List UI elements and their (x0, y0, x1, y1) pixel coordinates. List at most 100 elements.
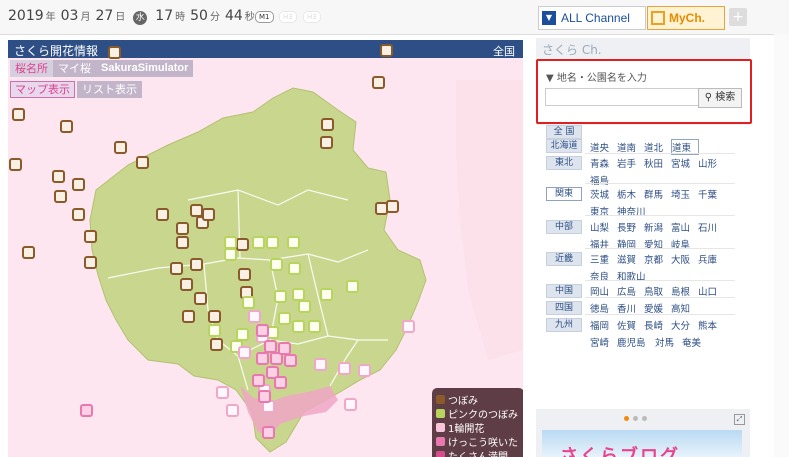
pref-link[interactable]: 大分 (671, 318, 698, 332)
pref-link[interactable]: 福島 (590, 173, 617, 187)
bloom-marker[interactable] (238, 268, 251, 281)
bloom-marker[interactable] (182, 310, 195, 323)
bloom-marker[interactable] (308, 320, 321, 333)
pref-link[interactable]: 奄美 (682, 335, 709, 349)
bloom-marker[interactable] (54, 190, 67, 203)
pref-link[interactable]: 茨城 (590, 187, 617, 201)
bloom-marker[interactable] (372, 76, 385, 89)
bloom-marker[interactable] (402, 320, 415, 333)
bloom-marker[interactable] (321, 118, 334, 131)
bloom-marker[interactable] (338, 362, 351, 375)
pref-link[interactable]: 岡山 (590, 284, 617, 298)
pref-link[interactable]: 道央 (590, 140, 617, 154)
carousel-dot[interactable] (624, 416, 629, 421)
pref-link[interactable]: 広島 (617, 284, 644, 298)
bloom-marker[interactable] (114, 141, 127, 154)
pref-link[interactable]: 福岡 (590, 318, 617, 332)
region-all[interactable]: 全 国 (546, 125, 582, 139)
pref-link[interactable]: 長崎 (644, 318, 671, 332)
pref-link[interactable]: 千葉 (698, 187, 725, 201)
nav-famous-spots[interactable]: 桜名所 (10, 60, 53, 77)
pref-link[interactable]: 兵庫 (698, 252, 725, 266)
list-view-button[interactable]: リスト表示 (77, 81, 142, 98)
region-kanto[interactable]: 関東 (546, 187, 582, 201)
zone-all-button[interactable]: 全国 (493, 43, 515, 59)
pref-link[interactable]: 徳島 (590, 301, 617, 315)
pref-link[interactable]: 道南 (617, 140, 644, 154)
bloom-marker[interactable] (270, 258, 283, 271)
bloom-marker[interactable] (256, 324, 269, 337)
bloom-marker[interactable] (22, 246, 35, 259)
pref-link[interactable]: 青森 (590, 156, 617, 170)
bloom-marker[interactable] (274, 376, 287, 389)
bloom-marker[interactable] (80, 404, 93, 417)
bloom-marker[interactable] (208, 324, 221, 337)
bloom-marker[interactable] (287, 236, 300, 249)
search-button[interactable]: ⚲ 検索 (698, 88, 742, 108)
bloom-marker[interactable] (72, 178, 85, 191)
sakura-banner[interactable]: さくらブログ (542, 430, 742, 457)
nav-sakura-simulator[interactable]: SakuraSimulator (96, 60, 193, 77)
page-scrollbar[interactable] (774, 34, 789, 457)
bloom-marker[interactable] (236, 238, 249, 251)
bloom-marker[interactable] (170, 262, 183, 275)
bloom-marker[interactable] (108, 46, 121, 59)
pref-link[interactable]: 京都 (644, 252, 671, 266)
pref-link[interactable]: 山梨 (590, 220, 617, 234)
carousel-dot[interactable] (642, 416, 647, 421)
pref-link[interactable]: 愛媛 (644, 301, 671, 315)
bloom-marker[interactable] (136, 156, 149, 169)
bloom-marker[interactable] (292, 320, 305, 333)
bloom-marker[interactable] (258, 390, 271, 403)
bloom-marker[interactable] (208, 310, 221, 323)
bloom-marker[interactable] (284, 354, 297, 367)
region-tohoku[interactable]: 東北 (546, 156, 582, 170)
bloom-marker[interactable] (84, 230, 97, 243)
pref-link[interactable]: 山形 (698, 156, 725, 170)
bloom-marker[interactable] (252, 374, 265, 387)
bloom-marker[interactable] (176, 222, 189, 235)
region-shikoku[interactable]: 四国 (546, 301, 582, 315)
bloom-marker[interactable] (84, 256, 97, 269)
bloom-marker[interactable] (288, 262, 301, 275)
region-chugoku[interactable]: 中国 (546, 284, 582, 298)
pref-link[interactable]: 栃木 (617, 187, 644, 201)
bloom-marker[interactable] (190, 258, 203, 271)
bloom-marker[interactable] (274, 290, 287, 303)
bloom-marker[interactable] (252, 236, 265, 249)
bloom-marker[interactable] (248, 310, 261, 323)
region-hokkaido[interactable]: 北海道 (546, 139, 582, 153)
bloom-marker[interactable] (320, 288, 333, 301)
pref-link[interactable]: 島根 (671, 284, 698, 298)
bloom-marker[interactable] (266, 236, 279, 249)
bloom-marker[interactable] (9, 158, 22, 171)
all-channel-tab[interactable]: ▼ ALL Channel (538, 6, 646, 30)
bloom-marker[interactable] (358, 364, 371, 377)
bloom-marker[interactable] (386, 200, 399, 213)
bloom-marker[interactable] (216, 386, 229, 399)
bloom-marker[interactable] (194, 292, 207, 305)
bloom-marker[interactable] (224, 248, 237, 261)
bloom-marker[interactable] (314, 358, 327, 371)
bloom-marker[interactable] (344, 398, 357, 411)
bloom-marker[interactable] (176, 236, 189, 249)
bloom-marker[interactable] (210, 338, 223, 351)
pref-link[interactable]: 三重 (590, 252, 617, 266)
pref-link[interactable]: 宮崎 (590, 335, 617, 349)
pref-link[interactable]: 秋田 (644, 156, 671, 170)
bloom-marker[interactable] (256, 352, 269, 365)
bloom-marker[interactable] (346, 280, 359, 293)
bloom-marker[interactable] (236, 328, 249, 341)
pref-link[interactable]: 石川 (698, 220, 725, 234)
pref-link[interactable]: 鹿児島 (617, 335, 655, 349)
pref-link[interactable]: 対馬 (655, 335, 682, 349)
mode-tab-h3b[interactable]: H3 (303, 11, 321, 23)
expand-icon[interactable]: ⤢ (734, 414, 745, 425)
carousel-dot[interactable] (633, 416, 638, 421)
pref-link[interactable]: 鳥取 (644, 284, 671, 298)
bloom-marker[interactable] (242, 296, 255, 309)
pref-link[interactable]: 山口 (698, 284, 725, 298)
bloom-marker[interactable] (180, 278, 193, 291)
map-view-button[interactable]: マップ表示 (10, 81, 75, 98)
mode-tab-m1[interactable]: M1 (255, 11, 274, 23)
